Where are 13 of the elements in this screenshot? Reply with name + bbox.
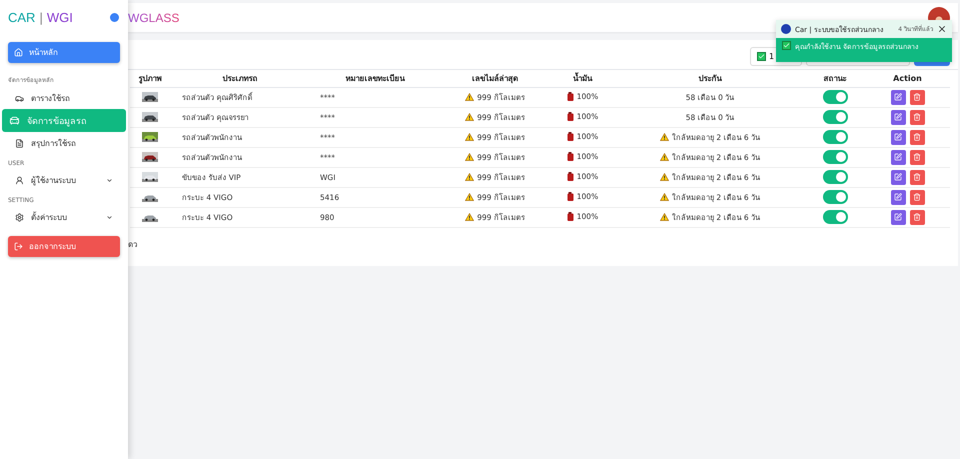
column-header: Action xyxy=(865,70,950,87)
column-header: ประกัน xyxy=(615,70,805,87)
brand-title: WGLASS xyxy=(128,10,180,24)
logo-text: WGI xyxy=(46,10,73,24)
column-header: ประเภทรถ xyxy=(170,70,310,87)
logo-separator: | xyxy=(39,10,43,24)
column-header: เลขไมล์ล่าสุด xyxy=(440,70,550,87)
column-header: หมายเลขทะเบียน xyxy=(310,70,440,87)
column-header: น้ำมัน xyxy=(550,70,615,87)
column-header: สถานะ xyxy=(805,70,865,87)
footer-text: ดว xyxy=(128,238,138,250)
logo-text: CAR xyxy=(8,10,36,24)
column-header: รูปภาพ xyxy=(130,70,170,87)
